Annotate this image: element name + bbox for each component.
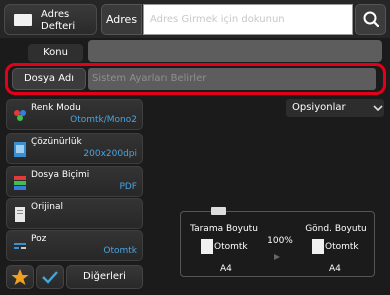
resolution-title: Çözünürlük xyxy=(31,137,82,147)
chevron-down-icon[interactable] xyxy=(373,103,383,113)
send-size-label: Gönd. Boyutu xyxy=(305,224,367,234)
resolution-value: 200x200dpi xyxy=(83,149,137,159)
resolution-icon xyxy=(14,142,26,157)
scan-size-label: Tarama Boyutu xyxy=(190,224,258,234)
search-icon xyxy=(363,11,380,28)
subject-input[interactable] xyxy=(88,40,382,62)
file-name-input[interactable]: Sistem Ayarları Belirler xyxy=(88,68,376,90)
address-tab[interactable]: Adres xyxy=(101,4,142,35)
scan-paper-size: A4 xyxy=(220,264,232,274)
others-button[interactable]: Diğerleri xyxy=(66,265,143,289)
color-mode-icon xyxy=(14,110,26,121)
color-mode-button[interactable]: Renk Modu Otomtk/Mono2 xyxy=(6,99,143,130)
scanner-icon xyxy=(211,207,226,215)
favorites-button[interactable] xyxy=(6,265,34,289)
check-icon xyxy=(42,271,58,284)
exposure-icon xyxy=(14,243,26,249)
address-book-button[interactable]: Adres Defteri xyxy=(4,4,97,35)
subject-label: Konu xyxy=(28,44,83,62)
scan-auto-value: Otomtk xyxy=(214,242,248,252)
original-title: Orijinal xyxy=(31,202,64,212)
original-button[interactable]: Orijinal xyxy=(6,198,143,229)
confirm-button[interactable] xyxy=(36,265,64,289)
file-format-icon xyxy=(14,176,26,190)
exposure-button[interactable]: Poz Otomtk xyxy=(6,230,143,261)
address-input[interactable]: Adres Girmek için dokunun xyxy=(143,4,353,35)
scale-ratio: 100% xyxy=(267,236,293,246)
original-icon xyxy=(15,207,25,222)
star-icon xyxy=(11,269,29,285)
file-format-title: Dosya Biçimi xyxy=(31,170,90,180)
color-mode-title: Renk Modu xyxy=(31,103,81,113)
address-book-icon xyxy=(14,14,32,26)
arrow-right-icon xyxy=(274,254,280,260)
color-mode-value: Otomtk/Mono2 xyxy=(70,115,137,125)
file-format-button[interactable]: Dosya Biçimi PDF xyxy=(6,166,143,197)
send-auto-value: Otomtk xyxy=(325,242,359,252)
file-name-label[interactable]: Dosya Adı xyxy=(12,68,86,90)
search-button[interactable] xyxy=(355,4,386,35)
send-paper-icon xyxy=(312,239,324,254)
address-book-label: Adres Defteri xyxy=(41,9,76,32)
exposure-value: Otomtk xyxy=(103,246,137,256)
options-button[interactable]: Opsiyonlar xyxy=(286,99,384,117)
send-paper-size: A4 xyxy=(329,264,341,274)
scan-paper-icon xyxy=(201,239,213,254)
file-format-value: PDF xyxy=(119,182,137,192)
exposure-title: Poz xyxy=(31,234,47,244)
resolution-button[interactable]: Çözünürlük 200x200dpi xyxy=(6,133,143,164)
